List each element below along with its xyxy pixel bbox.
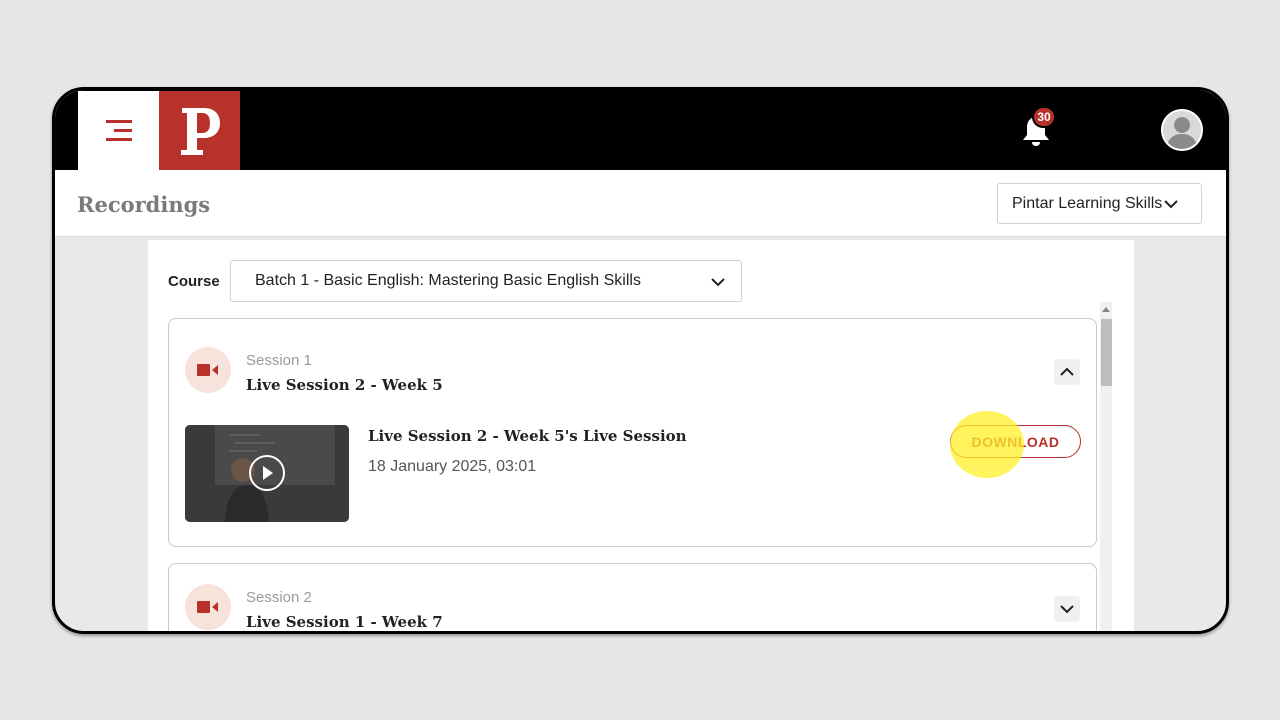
chevron-up-icon: [1060, 367, 1074, 376]
expand-session-button[interactable]: [1054, 596, 1080, 622]
recording-thumbnail[interactable]: [185, 425, 349, 522]
brand-logo[interactable]: [159, 91, 240, 170]
download-button[interactable]: DOWNLOAD: [950, 425, 1081, 458]
session-number: Session 2: [246, 589, 312, 606]
session-number: Session 1: [246, 352, 312, 369]
chevron-down-icon: [1060, 605, 1074, 614]
collapse-session-button[interactable]: [1054, 359, 1080, 385]
course-label: Course: [168, 273, 220, 290]
recording-date: 18 January 2025, 03:01: [368, 458, 537, 475]
notification-count-badge: 30: [1032, 106, 1056, 128]
hamburger-menu-icon: [105, 119, 132, 142]
chevron-down-icon: [711, 274, 725, 292]
sessions-list: Session 1 Live Session 2 - Week 5 Live S…: [168, 318, 1113, 631]
session-card: Session 2 Live Session 1 - Week 7: [168, 563, 1097, 631]
scroll-up-arrow-icon[interactable]: [1100, 302, 1112, 316]
scrollbar-thumb[interactable]: [1101, 319, 1112, 386]
logo-p-icon: [180, 107, 220, 155]
menu-button[interactable]: [78, 91, 159, 170]
course-select[interactable]: Batch 1 - Basic English: Mastering Basic…: [230, 260, 742, 302]
recording-title: Live Session 2 - Week 5's Live Session: [368, 427, 687, 445]
user-avatar[interactable]: [1161, 109, 1203, 151]
top-navigation-bar: 30: [55, 90, 1226, 170]
video-camera-icon: [185, 584, 231, 630]
chevron-down-icon: [1164, 199, 1179, 209]
scrollbar[interactable]: [1100, 302, 1112, 631]
organization-select-value: Pintar Learning Skills: [1012, 194, 1163, 212]
video-camera-icon: [185, 347, 231, 393]
organization-select[interactable]: Pintar Learning Skills: [997, 183, 1202, 224]
app-window: 30 Recordings Pintar Learning Skills Cou…: [52, 87, 1229, 634]
course-select-value: Batch 1 - Basic English: Mastering Basic…: [255, 272, 641, 289]
user-avatar-icon: [1163, 111, 1201, 149]
session-card: Session 1 Live Session 2 - Week 5 Live S…: [168, 318, 1097, 547]
page-header: Recordings Pintar Learning Skills: [55, 170, 1226, 237]
session-title: Live Session 2 - Week 5: [246, 376, 443, 394]
play-icon[interactable]: [249, 455, 285, 491]
page-title: Recordings: [77, 192, 211, 217]
session-title: Live Session 1 - Week 7: [246, 613, 443, 631]
recordings-panel: Course Batch 1 - Basic English: Masterin…: [148, 240, 1134, 631]
